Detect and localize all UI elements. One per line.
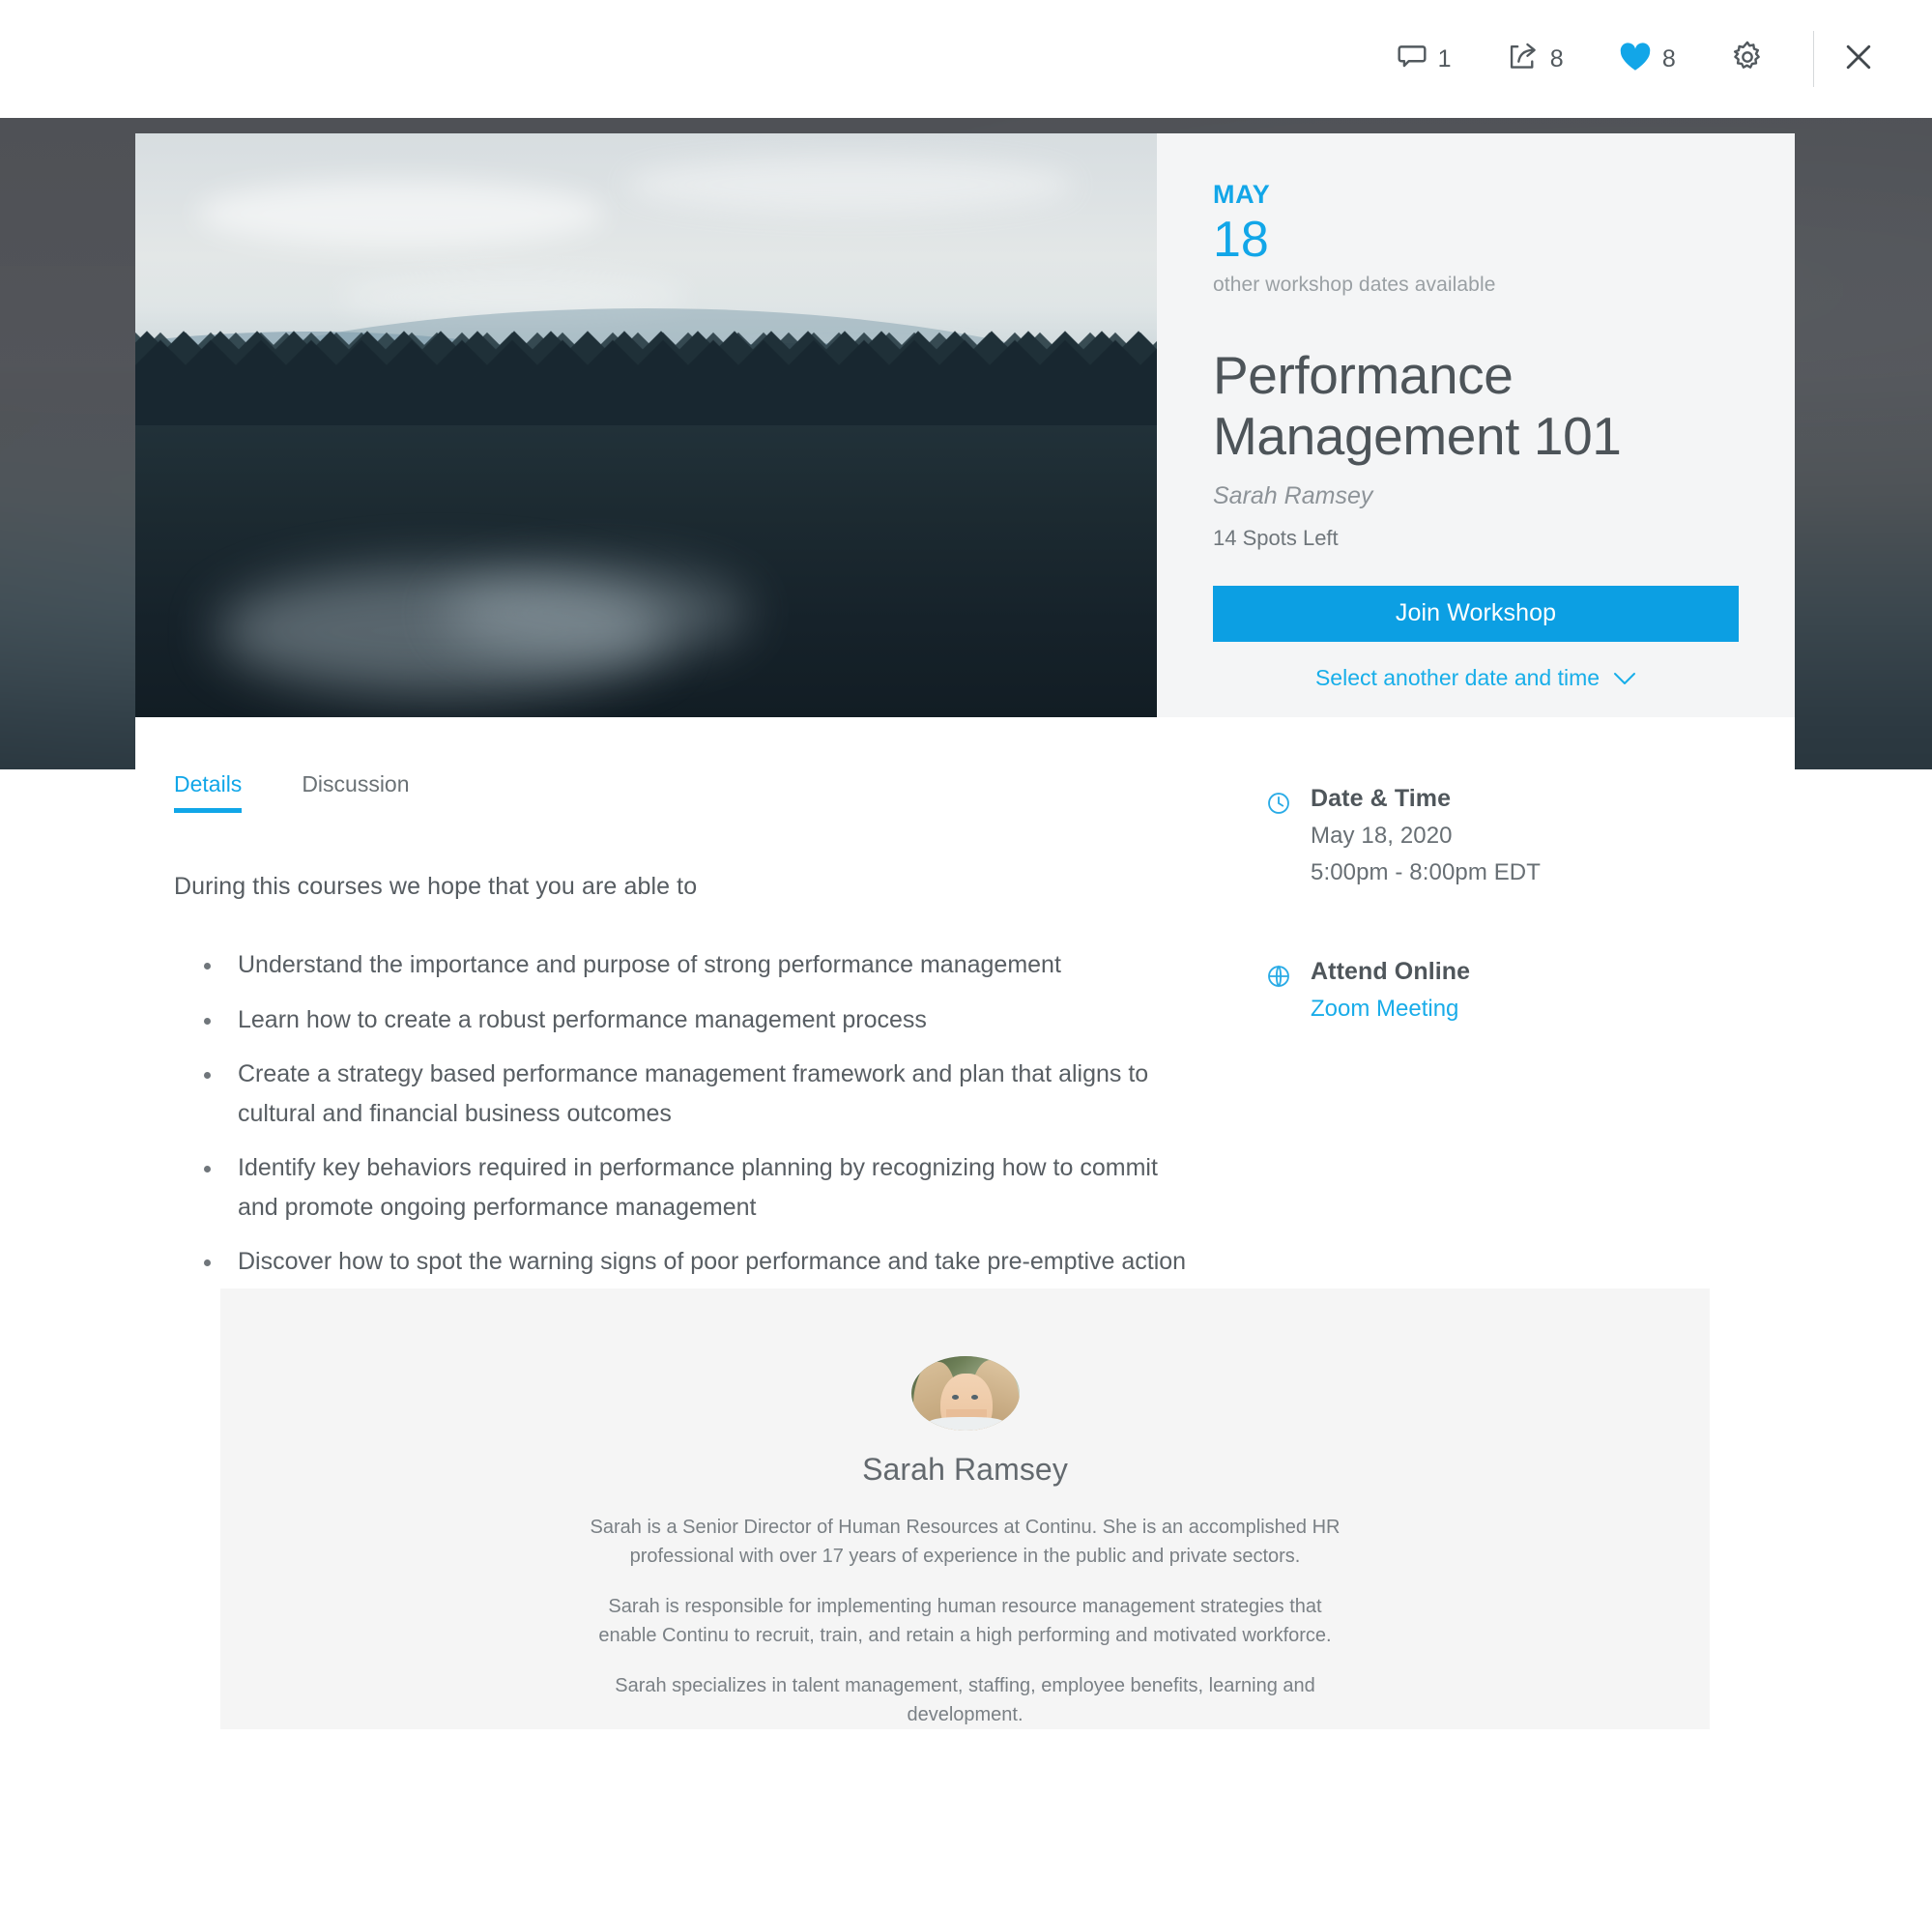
workshop-detail-modal: 1 8 8 MAY 18 other workshop dates availa… — [0, 0, 1932, 1910]
attend-online-block: Attend Online Zoom Meeting — [1266, 958, 1778, 1023]
gear-icon — [1730, 40, 1765, 79]
chevron-down-icon — [1613, 665, 1636, 691]
event-time: 5:00pm - 8:00pm EDT — [1311, 859, 1541, 885]
other-dates-note: other workshop dates available — [1213, 274, 1496, 297]
details-column: Details Discussion During this courses w… — [135, 717, 1237, 1297]
spots-left: 14 Spots Left — [1213, 525, 1339, 550]
list-item: Identify key behaviors required in perfo… — [224, 1148, 1200, 1227]
settings-action[interactable] — [1703, 30, 1792, 88]
instructor-bio-panel: Sarah Ramsey Sarah is a Senior Director … — [220, 1288, 1710, 1729]
instructor-name: Sarah Ramsey — [862, 1452, 1068, 1487]
body-section: Details Discussion During this courses w… — [135, 717, 1795, 1297]
join-workshop-button[interactable]: Join Workshop — [1213, 585, 1739, 642]
event-month: MAY — [1213, 180, 1271, 209]
zoom-meeting-link[interactable]: Zoom Meeting — [1311, 996, 1470, 1023]
hero-image — [135, 133, 1157, 717]
attend-online-title: Attend Online — [1311, 958, 1471, 985]
avatar-eye-right — [970, 1395, 978, 1400]
avatar-clothing — [928, 1417, 1004, 1431]
fog-shape — [442, 565, 749, 659]
avatar — [910, 1356, 1020, 1431]
globe-icon — [1266, 958, 1291, 1023]
comments-action[interactable]: 1 — [1369, 30, 1479, 88]
details-intro: During this courses we hope that you are… — [174, 873, 698, 900]
share-action[interactable]: 8 — [1479, 30, 1591, 88]
instructor-bio-paragraph: Sarah specializes in talent management, … — [615, 1675, 1315, 1725]
heart-icon — [1618, 42, 1653, 77]
event-day: 18 — [1213, 212, 1269, 268]
date-time-title: Date & Time — [1311, 785, 1452, 812]
toolbar-divider — [1813, 31, 1814, 87]
select-another-date-label: Select another date and time — [1314, 664, 1600, 690]
page-title: Performance Management 101 — [1213, 345, 1622, 466]
date-time-block: Date & Time May 18, 2020 5:00pm - 8:00pm… — [1266, 785, 1778, 886]
instructor-bio-paragraph: Sarah is a Senior Director of Human Reso… — [590, 1517, 1341, 1567]
avatar-eye-left — [951, 1395, 959, 1400]
like-action[interactable]: 8 — [1591, 30, 1703, 88]
treeline-near — [135, 319, 1157, 425]
list-item: Learn how to create a robust performance… — [224, 1000, 1200, 1040]
comment-icon — [1396, 41, 1428, 78]
select-another-date-link[interactable]: Select another date and time — [1213, 665, 1739, 691]
close-icon — [1841, 40, 1876, 79]
tab-discussion[interactable]: Discussion — [302, 771, 409, 813]
share-icon — [1506, 41, 1541, 78]
list-item: Create a strategy based performance mana… — [224, 1055, 1200, 1133]
event-date: May 18, 2020 — [1311, 823, 1453, 849]
list-item: Understand the importance and purpose of… — [224, 945, 1200, 985]
cloud-shape — [196, 180, 606, 248]
hero-instructor-name: Sarah Ramsey — [1213, 481, 1373, 509]
hero-info-panel: MAY 18 other workshop dates available Pe… — [1157, 133, 1795, 717]
tab-bar: Details Discussion — [174, 771, 1237, 813]
learning-objectives-list: Understand the importance and purpose of… — [174, 945, 1237, 1282]
cloud-shape — [625, 157, 1076, 214]
like-count: 8 — [1661, 44, 1676, 72]
clock-icon — [1266, 785, 1291, 886]
close-modal-button[interactable] — [1828, 40, 1897, 79]
meta-sidebar: Date & Time May 18, 2020 5:00pm - 8:00pm… — [1237, 717, 1778, 1297]
action-group: 1 8 8 — [1369, 30, 1897, 88]
share-count: 8 — [1549, 44, 1564, 72]
comment-count: 1 — [1437, 44, 1452, 72]
tab-details[interactable]: Details — [174, 771, 243, 813]
hero-section: MAY 18 other workshop dates available Pe… — [135, 133, 1795, 717]
instructor-bio-paragraph: Sarah is responsible for implementing hu… — [598, 1596, 1332, 1646]
modal-card: MAY 18 other workshop dates available Pe… — [135, 133, 1795, 1729]
top-action-bar: 1 8 8 — [0, 0, 1932, 118]
list-item: Discover how to spot the warning signs o… — [224, 1242, 1200, 1282]
